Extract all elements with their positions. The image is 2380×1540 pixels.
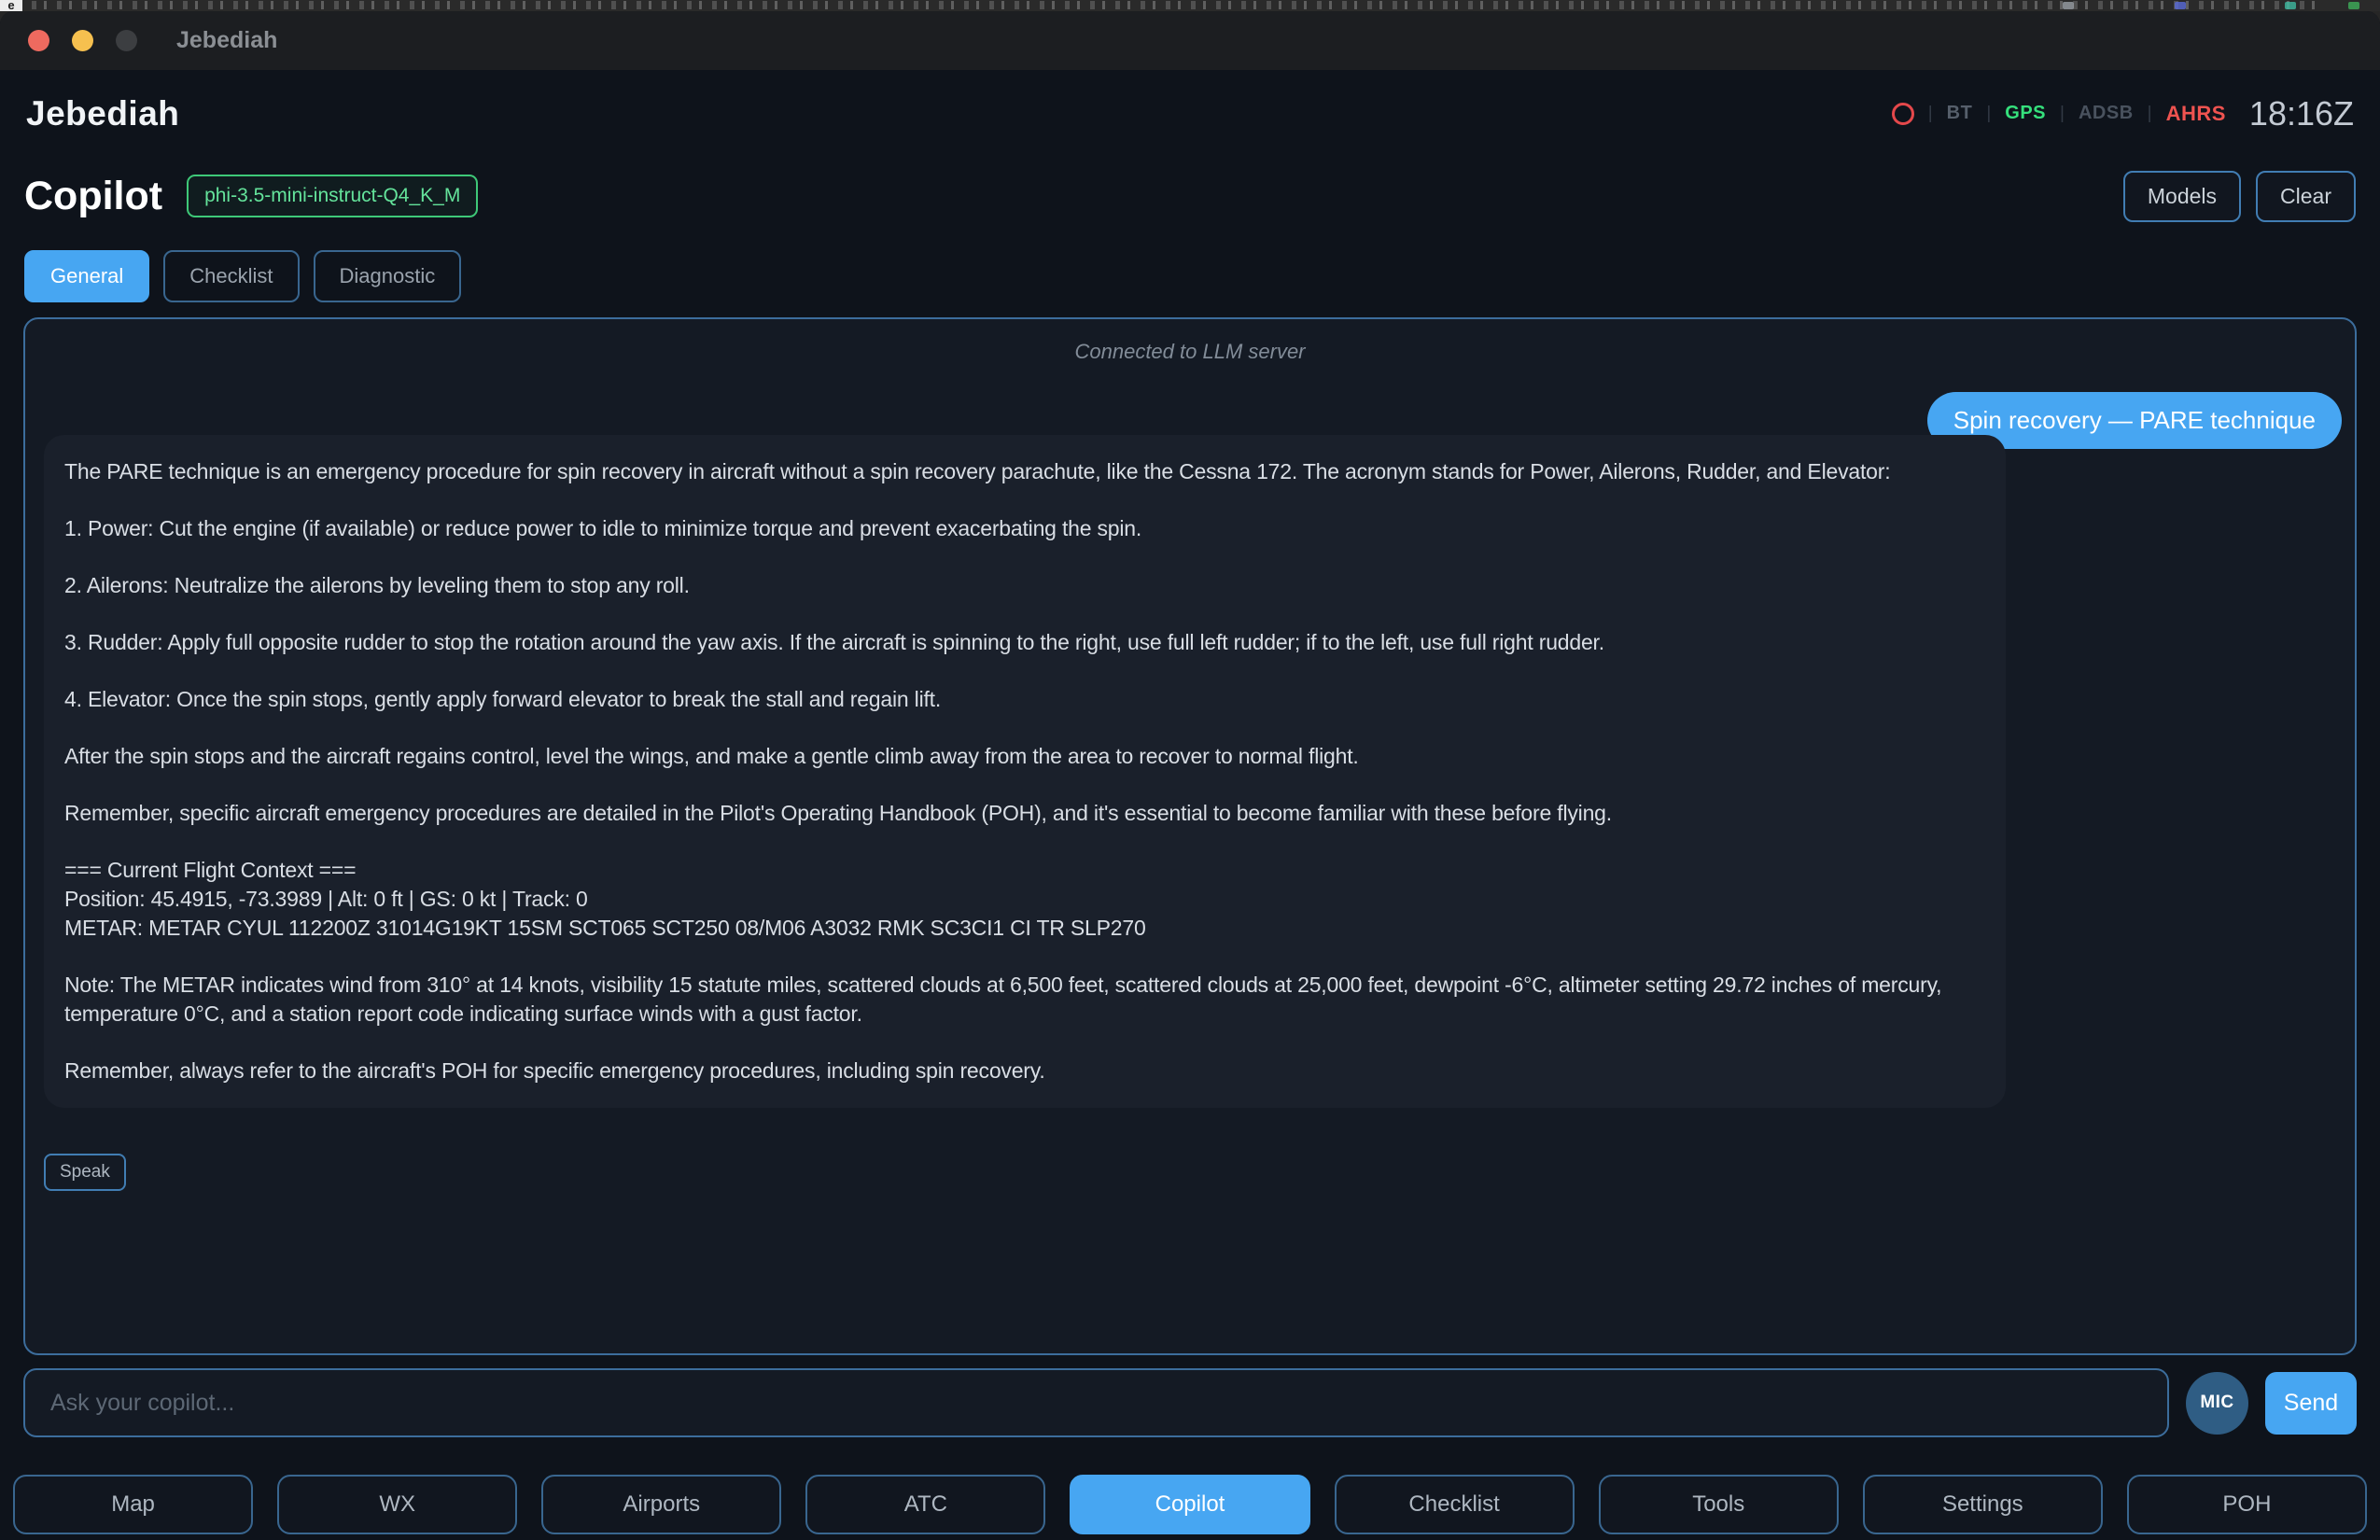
status-bt: BT [1947,103,1973,124]
assistant-paragraph: Note: The METAR indicates wind from 310°… [64,971,1985,1029]
assistant-paragraph: After the spin stops and the aircraft re… [64,742,1985,771]
assistant-message-bubble: The PARE technique is an emergency proce… [44,435,2006,1108]
nav-map[interactable]: Map [13,1475,253,1534]
nav-copilot[interactable]: Copilot [1070,1475,1309,1534]
status-ring-icon [1892,103,1914,125]
nav-wx[interactable]: WX [277,1475,517,1534]
toolbar-speck [2063,2,2074,9]
window-minimize-button[interactable] [72,30,93,51]
copilot-prompt-input[interactable] [23,1368,2169,1437]
mic-button[interactable]: MIC [2186,1372,2248,1435]
speak-button[interactable]: Speak [44,1154,126,1191]
browser-toolbar-noise [32,1,2324,9]
status-gps: GPS [2005,103,2046,124]
header-actions: Models Clear [2123,171,2356,222]
app-header: Jebediah | BT | GPS | ADSB | AHRS 18:16Z [0,70,2380,157]
copilot-tabs: General Checklist Diagnostic [0,250,2380,302]
composer: MIC Send [23,1368,2357,1437]
status-separator: | [2060,104,2065,124]
app-title: Jebediah [26,94,179,133]
assistant-paragraph: === Current Flight Context === Position:… [64,856,1985,943]
connection-status: Connected to LLM server [25,340,2355,364]
assistant-paragraph: Remember, specific aircraft emergency pr… [64,799,1985,828]
status-bar: | BT | GPS | ADSB | AHRS 18:16Z [1892,94,2354,133]
window-title: Jebediah [176,27,277,54]
status-adsb: ADSB [2079,103,2134,124]
status-separator: | [1928,104,1933,124]
nav-airports[interactable]: Airports [541,1475,781,1534]
status-separator: | [2148,104,2152,124]
assistant-paragraph: Remember, always refer to the aircraft's… [64,1057,1985,1085]
window-close-button[interactable] [28,30,49,51]
nav-poh[interactable]: POH [2127,1475,2367,1534]
assistant-paragraph: The PARE technique is an emergency proce… [64,457,1985,486]
tab-diagnostic[interactable]: Diagnostic [314,250,462,302]
tab-checklist[interactable]: Checklist [163,250,299,302]
status-separator: | [1986,104,1991,124]
background-browser-sliver: e [0,0,2380,11]
assistant-paragraph: 2. Ailerons: Neutralize the ailerons by … [64,571,1985,600]
copilot-section-header: Copilot phi-3.5-mini-instruct-Q4_K_M Mod… [0,162,2380,230]
tab-general[interactable]: General [24,250,149,302]
status-ahrs: AHRS [2166,102,2226,126]
assistant-paragraph: 3. Rudder: Apply full opposite rudder to… [64,628,1985,657]
nav-tools[interactable]: Tools [1599,1475,1839,1534]
model-badge: phi-3.5-mini-instruct-Q4_K_M [187,175,478,217]
zulu-clock: 18:16Z [2249,94,2354,133]
models-button[interactable]: Models [2123,171,2241,222]
window-zoom-button[interactable] [116,30,137,51]
toolbar-speck [2348,2,2359,9]
assistant-paragraph: 1. Power: Cut the engine (if available) … [64,514,1985,543]
nav-settings[interactable]: Settings [1863,1475,2103,1534]
toolbar-speck [2175,2,2186,9]
nav-atc[interactable]: ATC [805,1475,1045,1534]
titlebar: Jebediah [0,11,2380,70]
assistant-paragraph: 4. Elevator: Once the spin stops, gently… [64,685,1985,714]
bottom-nav: Map WX Airports ATC Copilot Checklist To… [13,1475,2367,1534]
chat-panel: Connected to LLM server Spin recovery — … [23,317,2357,1355]
clear-button[interactable]: Clear [2256,171,2356,222]
page-title: Copilot [24,174,162,219]
send-button[interactable]: Send [2265,1372,2357,1435]
toolbar-speck [2285,2,2296,9]
browser-remnant-text: e [0,0,22,11]
app-window: Jebediah Jebediah | BT | GPS | ADSB | AH… [0,11,2380,1540]
nav-checklist[interactable]: Checklist [1335,1475,1575,1534]
